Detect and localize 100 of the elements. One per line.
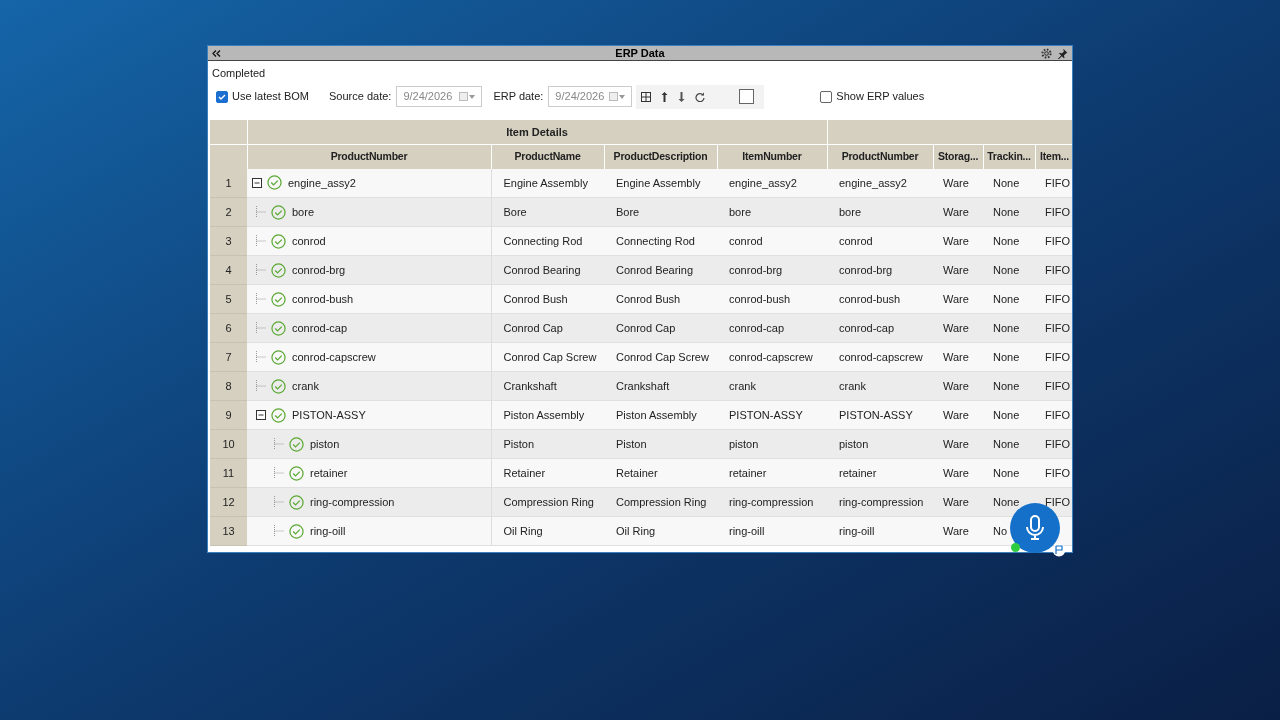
settings-icon[interactable] — [1040, 46, 1053, 60]
table-cell: PISTON-ASSY — [827, 400, 933, 430]
table-cell: ring-compression — [717, 487, 827, 517]
tree-line-icon — [255, 206, 267, 218]
check-circle-icon — [289, 523, 304, 539]
product-number: piston — [310, 436, 340, 452]
product-number: bore — [292, 204, 315, 220]
dropdown-arrow-icon[interactable] — [469, 94, 476, 99]
column-header[interactable]: Trackin... — [983, 144, 1035, 169]
checkbox[interactable] — [216, 90, 228, 103]
checkbox-label: Show ERP values — [836, 89, 925, 105]
row-number: 6 — [210, 313, 247, 343]
row-number: 5 — [210, 284, 247, 314]
dropdown-arrow-icon[interactable] — [619, 94, 626, 99]
check-circle-icon — [271, 320, 286, 336]
pin-icon[interactable] — [1057, 47, 1068, 59]
product-number: conrod-cap — [292, 320, 348, 336]
table-cell: None — [983, 255, 1035, 285]
table-cell: Conrod Cap — [604, 313, 717, 343]
table-cell: Connecting Rod — [604, 226, 717, 256]
table-cell: Ware — [933, 371, 983, 401]
table-cell: conrod-cap — [827, 313, 933, 343]
column-header[interactable]: ProductNumber — [827, 144, 933, 169]
check-circle-icon — [271, 262, 286, 278]
row-number: 12 — [210, 487, 247, 517]
table-cell: crank — [827, 371, 933, 401]
row-number: 7 — [210, 342, 247, 372]
check-circle-icon — [289, 436, 304, 452]
table-cell: conrod-bush — [717, 284, 827, 314]
table-cell: None — [983, 458, 1035, 488]
table-cell: engine_assy2 — [827, 168, 933, 198]
grid-icon[interactable] — [641, 91, 652, 102]
tree-line-icon — [273, 438, 285, 450]
table-cell: None — [983, 342, 1035, 372]
table-cell: FIFO — [1035, 342, 1072, 372]
check-circle-icon — [271, 349, 286, 365]
column-header[interactable]: ProductName — [491, 144, 604, 169]
product-number: ring-oill — [310, 523, 346, 539]
table-cell: Conrod Bush — [491, 284, 604, 314]
table-cell: bore — [717, 197, 827, 227]
table-cell: Ware — [933, 342, 983, 372]
table-cell: Ware — [933, 458, 983, 488]
collapse-toggle-icon[interactable] — [251, 176, 263, 189]
checkbox[interactable] — [739, 89, 755, 104]
table-cell: Ware — [933, 400, 983, 430]
table-cell: conrod-brg — [717, 255, 827, 285]
check-circle-icon — [271, 204, 286, 220]
table-cell: conrod-capscrew — [717, 342, 827, 372]
table-cell: crank — [717, 371, 827, 401]
table-cell: Ware — [933, 284, 983, 314]
table-cell: None — [983, 400, 1035, 430]
arrow-up-icon[interactable] — [661, 91, 669, 102]
refresh-icon[interactable] — [695, 91, 706, 102]
table-cell: piston — [717, 429, 827, 459]
source-date-field[interactable]: 9/24/2026 — [396, 86, 483, 107]
table-cell: retainer — [827, 458, 933, 488]
microphone-icon — [1025, 515, 1045, 541]
arrow-down-icon[interactable] — [678, 91, 686, 102]
table-cell: Connecting Rod — [491, 226, 604, 256]
table-cell: bore — [827, 197, 933, 227]
row-number: 1 — [210, 168, 247, 198]
table-cell: Conrod Cap — [491, 313, 604, 343]
row-number: 8 — [210, 371, 247, 401]
table-cell: Bore — [604, 197, 717, 227]
table-cell: Conrod Bush — [604, 284, 717, 314]
product-number: conrod-bush — [292, 291, 354, 307]
tree-line-icon — [255, 235, 267, 247]
table-cell: None — [983, 371, 1035, 401]
column-header[interactable]: Storag... — [933, 144, 983, 169]
table-cell: conrod-capscrew — [827, 342, 933, 372]
column-header[interactable]: ProductNumber — [247, 144, 491, 169]
tree-line-icon — [255, 351, 267, 363]
table-cell: FIFO — [1035, 255, 1072, 285]
table-cell: ring-oill — [827, 516, 933, 546]
erp-date-field[interactable]: 9/24/2026 — [548, 86, 633, 107]
table-cell: No — [983, 516, 1035, 546]
table-cell: Conrod Bearing — [491, 255, 604, 285]
table-cell: FIFO — [1035, 197, 1072, 227]
column-header[interactable]: ProductDescription — [604, 144, 717, 169]
column-header[interactable]: Item... — [1035, 144, 1072, 169]
collapse-toggle-icon[interactable] — [255, 409, 267, 421]
table-cell: FIFO — [1035, 458, 1072, 488]
product-number: PISTON-ASSY — [292, 407, 366, 423]
status-text: Completed — [212, 66, 267, 81]
table-cell: ring-oill — [717, 516, 827, 546]
product-number: conrod-capscrew — [292, 349, 376, 365]
row-number: 9 — [210, 400, 247, 430]
table-cell: Piston — [491, 429, 604, 459]
table-cell: conrod-bush — [827, 284, 933, 314]
double-chevron-left-icon[interactable] — [212, 49, 221, 57]
table-cell: None — [983, 487, 1035, 517]
table-cell: piston — [827, 429, 933, 459]
row-number: 4 — [210, 255, 247, 285]
column-header[interactable]: ItemNumber — [717, 144, 827, 169]
tree-line-icon — [255, 380, 267, 392]
checkbox[interactable] — [820, 90, 833, 103]
table-cell: ring-compression — [827, 487, 933, 517]
table-cell: Ware — [933, 313, 983, 343]
row-number: 2 — [210, 197, 247, 227]
check-circle-icon — [271, 378, 286, 394]
